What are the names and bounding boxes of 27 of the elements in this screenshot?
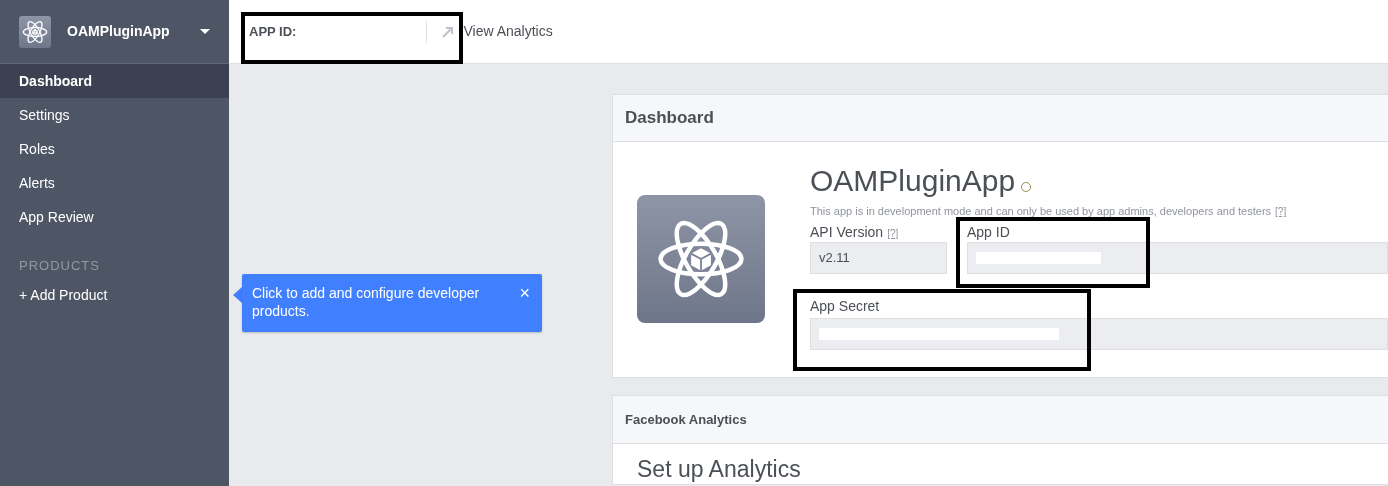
field-label: App ID (967, 223, 1011, 242)
add-product-link[interactable]: + Add Product (0, 278, 229, 312)
atom-icon (637, 195, 765, 323)
card-title: Facebook Analytics (625, 410, 747, 429)
tooltip-text: Click to add and configure developer products. (252, 285, 480, 319)
app-id-label: APP ID: (249, 22, 297, 41)
app-secret-field[interactable] (810, 318, 1388, 350)
sidebar-item[interactable]: Roles (0, 132, 229, 166)
atom-icon (19, 15, 51, 48)
card-title: Dashboard (625, 107, 714, 130)
view-analytics-link[interactable]: View Analytics (463, 21, 553, 42)
sidebar-item[interactable]: Dashboard (0, 64, 229, 98)
close-button[interactable]: × (519, 284, 530, 302)
app-title: OAMPluginApp (810, 164, 1016, 197)
sidebar-item[interactable]: App Review (0, 200, 229, 234)
app-name[interactable]: OAMPluginApp (67, 21, 184, 42)
app-id-field[interactable] (967, 242, 1388, 274)
field-label: App Secret (810, 297, 880, 316)
caret-icon[interactable] (200, 29, 210, 34)
section-heading: PRODUCTS (18, 257, 101, 275)
api-version-field[interactable]: v2.11 (810, 242, 947, 274)
sidebar-item[interactable]: Alerts (0, 166, 229, 200)
section-title: Set up Analytics (637, 456, 801, 482)
field-label: API Version (810, 224, 884, 240)
mode-notice: This app is in development mode and can only be used by app admins, developers and testers (810, 205, 1272, 218)
sidebar-item[interactable]: Settings (0, 98, 229, 132)
external-arrow-icon (441, 24, 456, 39)
